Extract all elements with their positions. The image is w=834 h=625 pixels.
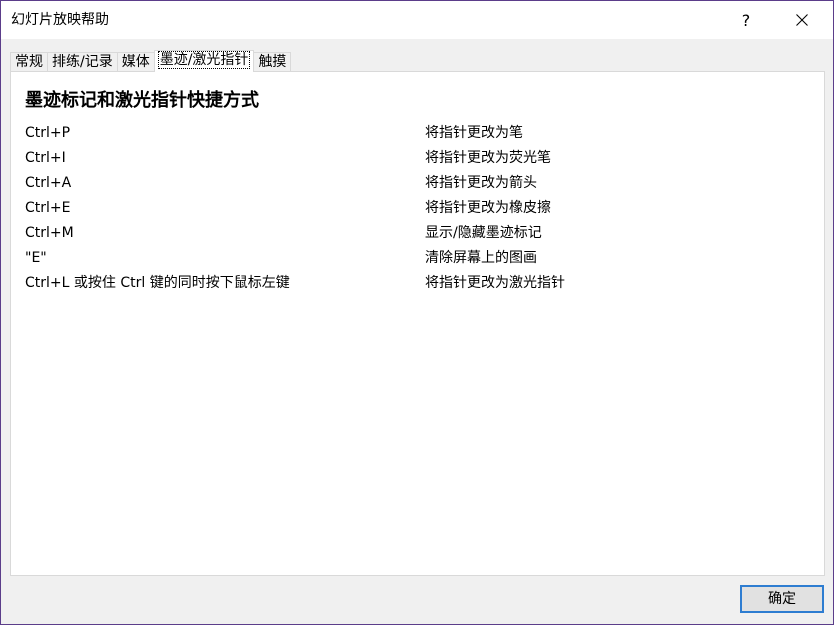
tab-rehearse-record[interactable]: 排练/记录	[47, 52, 118, 72]
tab-label: 常规	[15, 54, 43, 70]
shortcut-row: Ctrl+I 将指针更改为荧光笔	[11, 146, 824, 171]
help-button[interactable]: ?	[723, 1, 769, 39]
shortcut-key: "E"	[25, 250, 47, 266]
shortcut-key: Ctrl+L 或按住 Ctrl 键的同时按下鼠标左键	[25, 275, 290, 291]
shortcut-description: 将指针更改为荧光笔	[425, 150, 551, 166]
tab-ink-laser-pointer[interactable]: 墨迹/激光指针	[153, 50, 255, 72]
shortcut-row: Ctrl+A 将指针更改为箭头	[11, 171, 824, 196]
dialog-window: 幻灯片放映帮助 ? 常规 排练/记录 媒体 墨迹/激光指针 触摸 墨迹标记和激光…	[0, 0, 834, 625]
tab-label: 墨迹/激光指针	[157, 51, 251, 69]
tab-touch[interactable]: 触摸	[253, 52, 292, 72]
shortcut-key: Ctrl+P	[25, 125, 71, 141]
shortcut-key: Ctrl+I	[25, 150, 66, 166]
shortcut-key: Ctrl+A	[25, 175, 72, 191]
shortcut-description: 将指针更改为激光指针	[425, 275, 565, 291]
tab-label: 触摸	[258, 54, 287, 70]
shortcut-row: Ctrl+P 将指针更改为笔	[11, 121, 824, 146]
tab-label: 排练/记录	[52, 54, 113, 70]
shortcut-description: 显示/隐藏墨迹标记	[425, 225, 542, 241]
ok-button[interactable]: 确定	[740, 585, 824, 613]
shortcut-description: 将指针更改为橡皮擦	[425, 200, 551, 216]
help-icon: ?	[741, 10, 751, 30]
shortcut-description: 将指针更改为箭头	[425, 175, 537, 191]
shortcut-row: Ctrl+M 显示/隐藏墨迹标记	[11, 221, 824, 246]
title-bar: 幻灯片放映帮助 ?	[1, 1, 833, 39]
tab-general[interactable]: 常规	[10, 52, 48, 72]
shortcut-row: Ctrl+E 将指针更改为橡皮擦	[11, 196, 824, 221]
shortcut-key: Ctrl+E	[25, 200, 71, 216]
shortcut-key: Ctrl+M	[25, 225, 74, 241]
section-heading: 墨迹标记和激光指针快捷方式	[25, 90, 259, 111]
shortcut-description: 将指针更改为笔	[425, 125, 523, 141]
close-button[interactable]	[779, 1, 825, 39]
shortcut-description: 清除屏幕上的图画	[425, 250, 537, 266]
shortcut-row: Ctrl+L 或按住 Ctrl 键的同时按下鼠标左键 将指针更改为激光指针	[11, 271, 824, 296]
tab-strip: 常规 排练/记录 媒体 墨迹/激光指针 触摸	[10, 50, 292, 72]
close-icon	[796, 14, 808, 26]
tab-panel: 墨迹标记和激光指针快捷方式 Ctrl+P 将指针更改为笔 Ctrl+I 将指针更…	[10, 71, 825, 576]
window-title: 幻灯片放映帮助	[11, 12, 109, 28]
tab-media[interactable]: 媒体	[116, 52, 155, 72]
shortcut-row: "E" 清除屏幕上的图画	[11, 246, 824, 271]
tab-label: 媒体	[121, 54, 150, 70]
